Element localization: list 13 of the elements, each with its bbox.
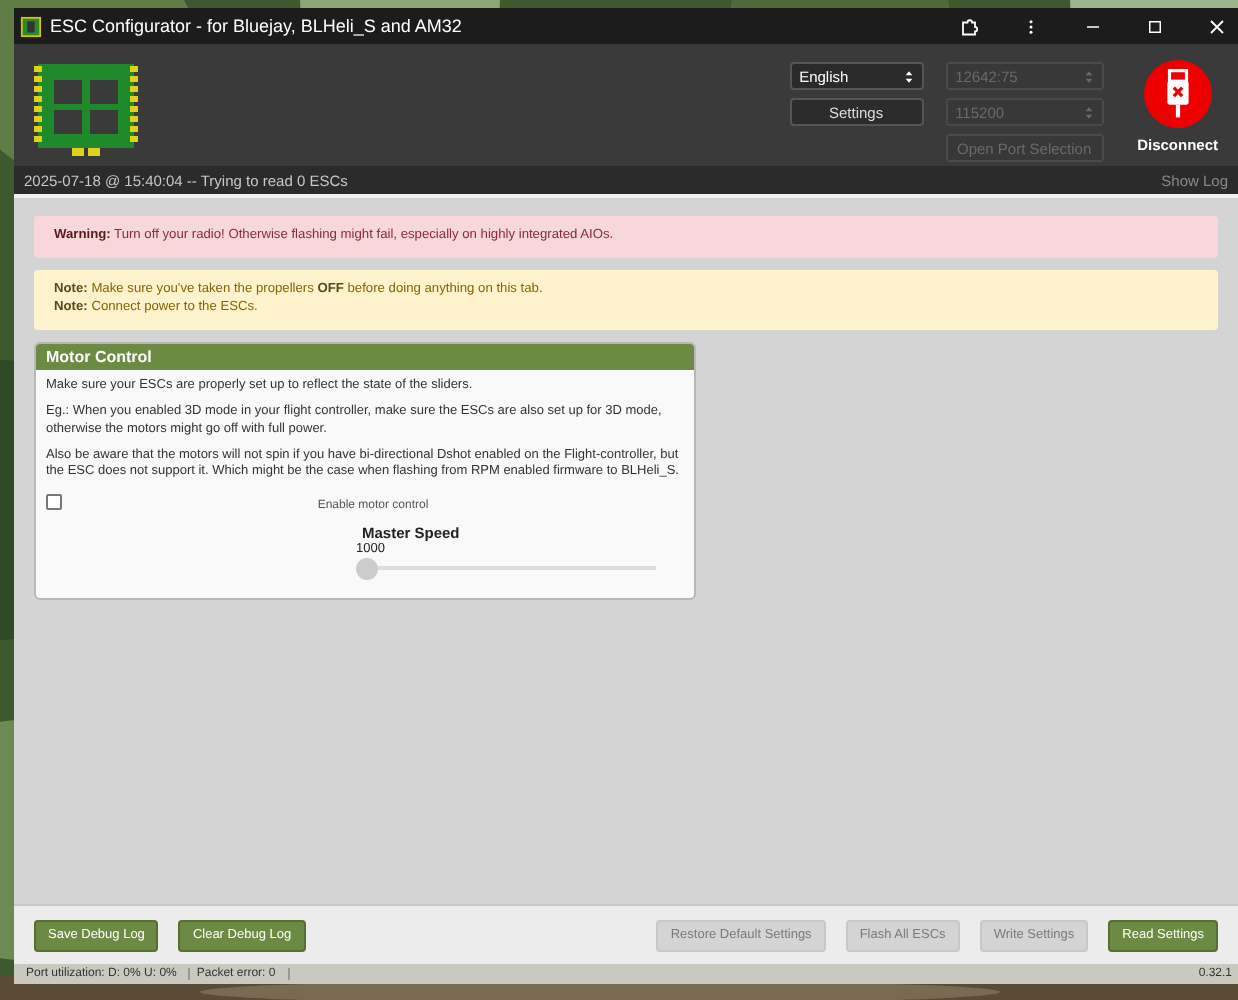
usb-disconnected-icon: [1143, 60, 1212, 128]
up-down-arrows-icon: [903, 69, 914, 83]
esc-board-icon: [34, 64, 138, 160]
close-icon[interactable]: [1208, 17, 1226, 35]
window-title: ESC Configurator - for Bluejay, BLHeli_S and AM32: [50, 16, 462, 36]
up-down-arrows-icon: [1083, 105, 1094, 119]
extension-icon[interactable]: [960, 17, 978, 35]
slider-thumb[interactable]: [356, 557, 378, 580]
panel-title: Motor Control: [36, 343, 694, 370]
app-icon: [20, 15, 42, 37]
enable-checkbox[interactable]: [46, 493, 62, 510]
maximize-icon[interactable]: [1146, 17, 1164, 35]
up-down-arrows-icon: [1083, 69, 1094, 83]
